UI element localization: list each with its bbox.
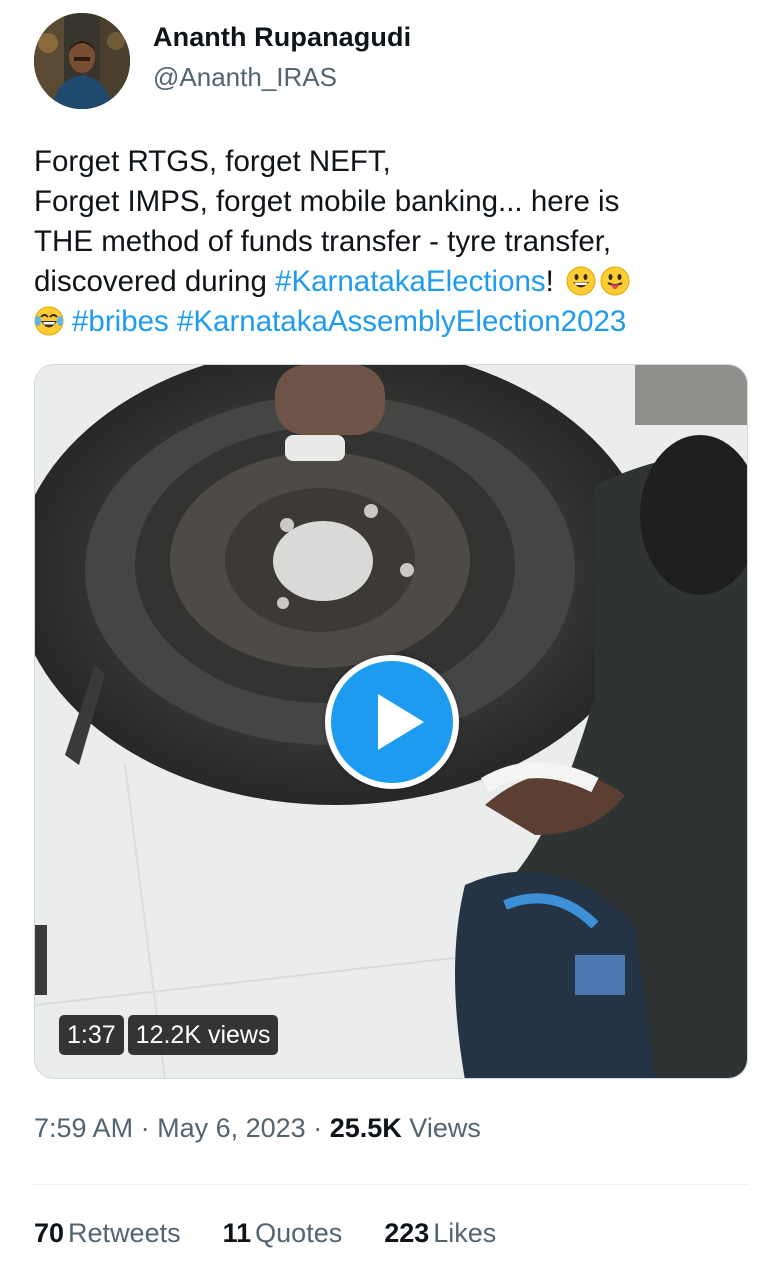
- tweet-time[interactable]: 7:59 AM: [34, 1113, 133, 1143]
- tweet-date[interactable]: May 6, 2023: [157, 1113, 306, 1143]
- separator: ·: [313, 1113, 323, 1143]
- tweet: Ananth Rupanagudi @Ananth_IRAS Forget RT…: [0, 0, 781, 1280]
- media-badges: 1:37 12.2K views: [59, 1015, 279, 1055]
- retweets-label: Retweets: [68, 1218, 181, 1248]
- tweet-line: THE method of funds transfer - tyre tran…: [34, 225, 612, 258]
- retweets-count: 70: [34, 1218, 65, 1248]
- quotes-stat[interactable]: 11 Quotes: [223, 1218, 343, 1249]
- quotes-count: 11: [222, 1218, 252, 1248]
- face-with-tears-of-joy-icon: [34, 306, 64, 336]
- likes-label: Likes: [433, 1218, 497, 1248]
- divider: [34, 1184, 748, 1185]
- views-label: Views: [409, 1113, 481, 1143]
- video-views: 12.2K views: [127, 1015, 279, 1055]
- tweet-line: #bribes #KarnatakaAssemblyElection2023: [34, 302, 754, 342]
- tweet-stats: 70 Retweets 11 Quotes 223 Likes: [34, 1218, 538, 1249]
- tweet-line: Forget IMPS, forget mobile banking... he…: [34, 185, 620, 218]
- separator: ·: [140, 1113, 150, 1143]
- tweet-line: Forget RTGS, forget NEFT,: [34, 145, 391, 178]
- tweet-meta: 7:59 AM · May 6, 2023 · 25.5K Views: [34, 1113, 481, 1144]
- quotes-label: Quotes: [255, 1218, 343, 1248]
- video-duration: 1:37: [59, 1015, 124, 1055]
- likes-count: 223: [384, 1218, 430, 1248]
- tweet-line: discovered during #KarnatakaElections!: [34, 262, 754, 302]
- hashtag-link[interactable]: #bribes: [72, 305, 169, 338]
- hashtag-link[interactable]: #KarnatakaElections: [275, 265, 546, 298]
- face-with-tongue-icon: [600, 266, 630, 296]
- views-count: 25.5K: [329, 1113, 402, 1143]
- tweet-text-fragment: discovered during: [34, 265, 276, 298]
- avatar[interactable]: [34, 13, 130, 109]
- grinning-face-icon: [566, 266, 596, 296]
- retweets-stat[interactable]: 70 Retweets: [34, 1218, 181, 1249]
- play-button[interactable]: [325, 655, 459, 789]
- play-icon: [378, 694, 424, 750]
- tweet-text-fragment: !: [545, 265, 554, 298]
- hashtag-link[interactable]: #KarnatakaAssemblyElection2023: [177, 305, 626, 338]
- likes-stat[interactable]: 223 Likes: [384, 1218, 496, 1249]
- author-handle[interactable]: @Ananth_IRAS: [153, 62, 337, 93]
- avatar-photo: [34, 13, 130, 109]
- tweet-text: Forget RTGS, forget NEFT, Forget IMPS, f…: [34, 142, 754, 342]
- video-player[interactable]: 1:37 12.2K views: [34, 364, 748, 1079]
- author-name[interactable]: Ananth Rupanagudi: [153, 22, 411, 53]
